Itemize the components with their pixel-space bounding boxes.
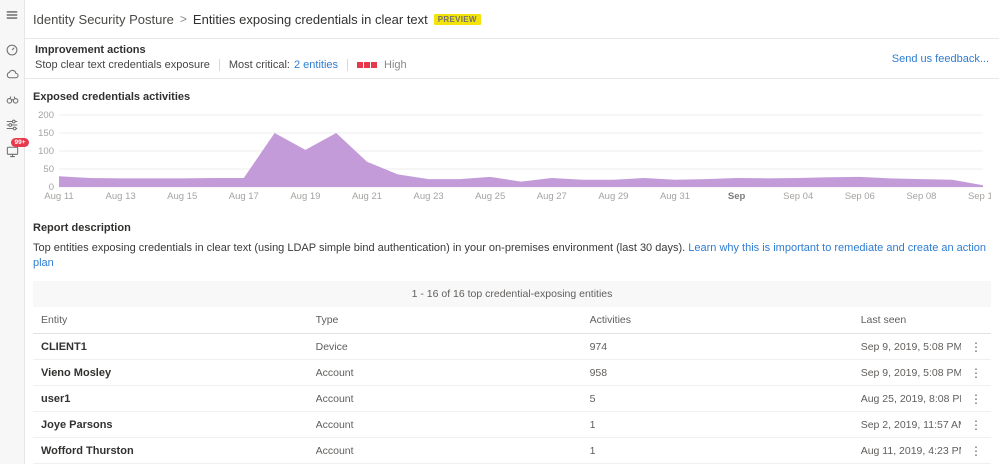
table-row[interactable]: CLIENT1 Device 974 Sep 9, 2019, 5:08 PM ⋮ <box>33 334 991 360</box>
svg-text:Aug 23: Aug 23 <box>414 191 444 202</box>
activities-chart: 0 50 100 150 200 Aug 11 Aug 13 Aug 15 Aug 17 Aug … <box>25 103 999 208</box>
main-content: Identity Security Posture > Entities exp… <box>25 0 999 464</box>
last-seen-cell: Aug 25, 2019, 8:08 PM <box>860 392 961 405</box>
sidebar-item-search[interactable] <box>0 87 25 112</box>
report-description-text: Top entities exposing credentials in cle… <box>33 242 689 254</box>
entity-name-cell[interactable]: Joye Parsons <box>33 419 316 431</box>
last-seen-cell: Aug 11, 2019, 4:23 PM <box>860 444 961 457</box>
column-header-last-seen[interactable]: Last seen <box>861 314 961 326</box>
svg-text:50: 50 <box>43 164 54 175</box>
entity-type-cell: Account <box>315 366 354 379</box>
last-seen-cell: Sep 9, 2019, 5:08 PM <box>860 366 961 379</box>
binoculars-icon <box>6 96 18 104</box>
last-seen-cell: Sep 2, 2019, 11:57 AM <box>860 418 961 431</box>
improvement-actions-title: Improvement actions <box>35 44 146 56</box>
most-critical-label: Most critical: <box>228 59 290 71</box>
svg-text:Aug 25: Aug 25 <box>475 191 505 202</box>
table-header-row: Entity Type Activities Last seen <box>33 307 991 334</box>
breadcrumb-parent-link[interactable]: Identity Security Posture <box>33 12 174 27</box>
column-header-entity[interactable]: Entity <box>33 314 316 326</box>
column-header-type[interactable]: Type <box>316 314 590 326</box>
row-menu-button[interactable]: ⋮ <box>961 438 991 464</box>
table-row[interactable]: user1 Account 5 Aug 25, 2019, 8:08 PM ⋮ <box>33 386 991 412</box>
divider <box>347 59 349 71</box>
row-menu-button[interactable]: ⋮ <box>961 386 991 412</box>
svg-text:Aug 27: Aug 27 <box>537 191 567 202</box>
timeline-icon <box>6 44 18 55</box>
svg-text:Aug 21: Aug 21 <box>352 191 382 202</box>
svg-text:Aug 11: Aug 11 <box>44 191 73 202</box>
severity-squares-icon <box>357 62 378 68</box>
row-menu-button[interactable]: ⋮ <box>961 412 991 438</box>
svg-text:Sep: Sep <box>728 191 746 202</box>
preview-badge: PREVIEW <box>433 13 481 25</box>
svg-text:Sep 06: Sep 06 <box>845 191 875 202</box>
page-title: Entities exposing credentials in clear t… <box>192 11 428 27</box>
entity-name-cell[interactable]: Wofford Thurston <box>33 445 316 457</box>
svg-text:Aug 29: Aug 29 <box>598 191 628 202</box>
table-body: CLIENT1 Device 974 Sep 9, 2019, 5:08 PM ⋮ Vie… <box>33 334 991 464</box>
row-menu-button[interactable]: ⋮ <box>961 334 991 360</box>
hamburger-icon <box>6 10 18 19</box>
svg-text:Aug 17: Aug 17 <box>229 191 259 202</box>
svg-text:Sep 08: Sep 08 <box>906 191 936 202</box>
column-header-activities[interactable]: Activities <box>590 314 861 326</box>
svg-text:Aug 15: Aug 15 <box>167 191 197 202</box>
table-caption: 1 - 16 of 16 top credential-exposing ent… <box>33 280 991 307</box>
divider <box>218 59 220 71</box>
sidebar-item-cloud[interactable] <box>0 62 25 87</box>
activities-count-cell: 5 <box>589 392 596 405</box>
svg-text:Aug 19: Aug 19 <box>290 191 320 202</box>
severity-label: High <box>384 59 407 71</box>
entities-table: 1 - 16 of 16 top credential-exposing ent… <box>33 280 991 464</box>
most-critical-entities-link[interactable]: 2 entities <box>294 59 338 71</box>
breadcrumb: Identity Security Posture > Entities exp… <box>25 0 999 38</box>
area-chart-svg: 050100150200Aug 11 Aug 13 Aug 15 Aug 17 Aug … <box>38 110 998 202</box>
activities-count-cell: 1 <box>589 444 596 457</box>
activities-count-cell: 1 <box>589 418 596 431</box>
svg-text:150: 150 <box>38 128 54 139</box>
sidebar-item-health-center[interactable]: 99+ <box>0 138 29 164</box>
entity-type-cell: Account <box>315 418 354 431</box>
entity-name-cell[interactable]: Vieno Mosley <box>33 367 316 379</box>
sliders-icon <box>6 119 18 130</box>
send-feedback-link[interactable]: Send us feedback... <box>892 53 989 65</box>
improvement-action-label: Stop clear text credentials exposure <box>35 59 210 71</box>
entity-type-cell: Account <box>315 392 354 405</box>
report-description-title: Report description <box>33 222 131 234</box>
sidebar-item-configuration[interactable] <box>0 112 25 137</box>
table-row[interactable]: Joye Parsons Account 1 Sep 2, 2019, 11:57 A… <box>33 412 991 438</box>
cloud-icon <box>6 69 19 79</box>
table-row[interactable]: Vieno Mosley Account 958 Sep 9, 2019, 5:08 … <box>33 360 991 386</box>
activities-count-cell: 974 <box>589 340 608 353</box>
app-window: 99+ Identity Security Posture > Entities… <box>0 0 999 464</box>
entity-name-cell[interactable]: user1 <box>33 393 316 405</box>
chart-section-title: Exposed credentials activities <box>33 91 191 103</box>
svg-text:Aug 13: Aug 13 <box>106 191 136 202</box>
entity-type-cell: Device <box>315 340 348 353</box>
report-description-section: Report description Top entities exposing… <box>33 222 991 271</box>
row-menu-button[interactable]: ⋮ <box>961 360 991 386</box>
svg-text:200: 200 <box>38 110 54 121</box>
table-row[interactable]: Wofford Thurston Account 1 Aug 11, 2019, 4:… <box>33 438 991 464</box>
svg-text:Sep 10: Sep 10 <box>968 191 991 202</box>
hamburger-menu-button[interactable] <box>0 2 25 27</box>
entity-type-cell: Account <box>315 444 354 457</box>
left-nav-sidebar: 99+ <box>0 0 29 464</box>
improvement-actions-banner: Improvement actions Stop clear text cred… <box>25 38 999 79</box>
sidebar-item-timeline[interactable] <box>0 37 25 62</box>
svg-text:Aug 31: Aug 31 <box>660 191 690 202</box>
activities-count-cell: 958 <box>589 366 608 379</box>
activities-area-series <box>59 133 983 187</box>
svg-text:Sep 04: Sep 04 <box>783 191 813 202</box>
svg-text:100: 100 <box>38 146 54 157</box>
breadcrumb-separator: > <box>179 12 187 26</box>
entity-name-cell[interactable]: CLIENT1 <box>33 341 316 353</box>
last-seen-cell: Sep 9, 2019, 5:08 PM <box>860 340 961 353</box>
